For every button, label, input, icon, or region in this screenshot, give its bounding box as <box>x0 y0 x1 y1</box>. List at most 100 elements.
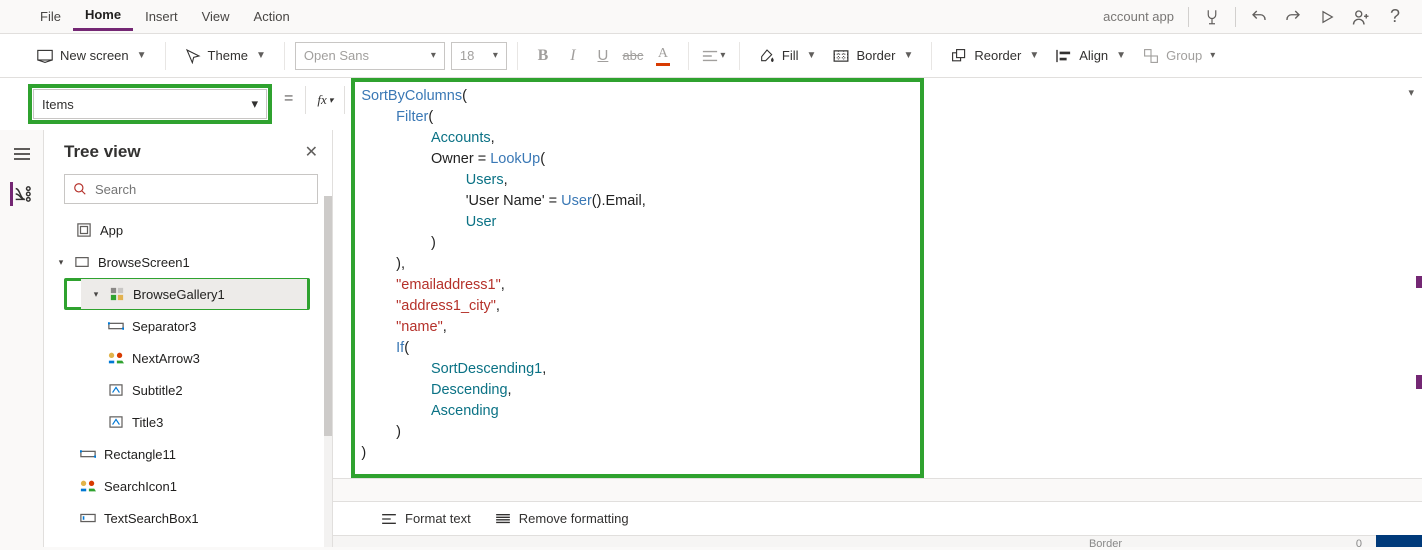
theme-icon <box>184 47 202 65</box>
align-icon <box>1055 47 1073 65</box>
undo-icon[interactable] <box>1242 0 1276 34</box>
theme-button[interactable]: Theme ▼ <box>176 43 274 69</box>
align-button[interactable]: Align ▼ <box>1047 43 1134 69</box>
reorder-button[interactable]: Reorder ▼ <box>942 43 1047 69</box>
equals-label: = <box>272 78 305 108</box>
status-bar: Border 0 <box>333 535 1422 547</box>
tree-node-browsegallery[interactable]: ▾ BrowseGallery1 <box>81 279 307 309</box>
textinput-icon <box>80 510 96 526</box>
theme-label: Theme <box>208 48 248 63</box>
gallery-icon <box>109 286 125 302</box>
chevron-down-icon: ▾ <box>493 50 498 61</box>
remove-formatting-button[interactable]: Remove formatting <box>495 511 629 526</box>
text-align-icon[interactable]: ▾ <box>699 41 729 71</box>
fill-button[interactable]: Fill ▼ <box>750 43 825 69</box>
tree-node-browsescreen[interactable]: ▾ BrowseScreen1 <box>44 246 328 278</box>
menu-home[interactable]: Home <box>73 3 133 31</box>
border-button[interactable]: Border ▼ <box>824 43 921 69</box>
search-icon <box>73 182 87 196</box>
format-text-label: Format text <box>405 511 471 526</box>
tree-label: NextArrow3 <box>132 351 200 366</box>
tree-label: SearchIcon1 <box>104 479 177 494</box>
chevron-down-icon: ▾ <box>329 95 334 106</box>
tree-node-app[interactable]: App <box>44 214 328 246</box>
app-checker-icon[interactable] <box>1195 0 1229 34</box>
caret-down-icon[interactable]: ▾ <box>56 257 66 268</box>
tree-node-title3[interactable]: Title3 <box>44 406 328 438</box>
group-button[interactable]: Group ▾ <box>1134 43 1223 69</box>
border-icon <box>832 47 850 65</box>
menu-action[interactable]: Action <box>242 5 302 28</box>
tree-label: Title3 <box>132 415 163 430</box>
tree-node-rectangle[interactable]: Rectangle11 <box>44 438 328 470</box>
app-icon <box>76 222 92 238</box>
tree-search[interactable] <box>64 174 318 204</box>
tree-node-nextarrow[interactable]: NextArrow3 <box>44 342 328 374</box>
chevron-down-icon: ▼ <box>1029 50 1039 61</box>
chevron-down-icon: ▼ <box>903 50 913 61</box>
formula-text[interactable]: SortByColumns( Filter( Accounts, Owner =… <box>351 78 924 478</box>
redo-icon[interactable] <box>1276 0 1310 34</box>
tree-node-searchicon[interactable]: SearchIcon1 <box>44 470 328 502</box>
menu-insert[interactable]: Insert <box>133 5 190 28</box>
font-select[interactable]: Open Sans ▾ <box>295 42 445 70</box>
chevron-down-icon: ▼ <box>807 50 817 61</box>
label-icon <box>108 382 124 398</box>
status-zero-label: 0 <box>1356 538 1362 550</box>
right-blue-stub <box>1376 535 1422 547</box>
caret-down-icon[interactable]: ▾ <box>91 289 101 300</box>
menu-file[interactable]: File <box>28 5 73 28</box>
strikethrough-icon[interactable]: abc <box>618 41 648 71</box>
chevron-down-icon: ▾ <box>720 50 725 61</box>
new-screen-label: New screen <box>60 48 129 63</box>
play-icon[interactable] <box>1310 0 1344 34</box>
tree-search-input[interactable] <box>95 182 309 197</box>
tree-label: BrowseGallery1 <box>133 287 225 302</box>
group-icon <box>1142 47 1160 65</box>
tree-label: Subtitle2 <box>132 383 183 398</box>
formula-editor[interactable]: ▾ SortByColumns( Filter( Accounts, Owner… <box>345 78 1422 478</box>
format-text-button[interactable]: Format text <box>381 511 471 526</box>
tree-node-subtitle[interactable]: Subtitle2 <box>44 374 328 406</box>
right-accent <box>1416 375 1422 389</box>
property-select-highlight: Items ▾ <box>28 84 272 124</box>
help-icon[interactable]: ? <box>1378 0 1412 34</box>
tree-label: Separator3 <box>132 319 196 334</box>
fill-icon <box>758 47 776 65</box>
align-label: Align <box>1079 48 1108 63</box>
chevron-down-icon: ▼ <box>1116 50 1126 61</box>
left-rail <box>0 130 44 547</box>
bold-icon[interactable]: B <box>528 41 558 71</box>
hamburger-icon[interactable] <box>10 142 34 166</box>
tree-view-rail-icon[interactable] <box>10 182 34 206</box>
font-size-select[interactable]: 18 ▾ <box>451 42 507 70</box>
chevron-down-icon: ▾ <box>431 50 436 61</box>
label-icon <box>108 414 124 430</box>
remove-formatting-label: Remove formatting <box>519 511 629 526</box>
tree-scrollbar-thumb[interactable] <box>324 196 332 436</box>
share-icon[interactable] <box>1344 0 1378 34</box>
underline-icon[interactable]: U <box>588 41 618 71</box>
screen-icon <box>74 254 90 270</box>
font-name: Open Sans <box>304 48 369 63</box>
border-label: Border <box>856 48 895 63</box>
menu-view[interactable]: View <box>190 5 242 28</box>
fx-button[interactable]: fx ▾ <box>305 86 345 114</box>
new-screen-icon <box>36 47 54 65</box>
rectangle-icon <box>80 446 96 462</box>
font-size: 18 <box>460 48 474 63</box>
tree-label: BrowseScreen1 <box>98 255 190 270</box>
tree-node-separator[interactable]: Separator3 <box>44 310 328 342</box>
ribbon: New screen ▼ Theme ▼ Open Sans ▾ 18 ▾ B … <box>0 34 1422 78</box>
close-icon[interactable]: ✕ <box>305 142 318 162</box>
tree-label: TextSearchBox1 <box>104 511 199 526</box>
property-select[interactable]: Items ▾ <box>33 89 267 119</box>
new-screen-button[interactable]: New screen ▼ <box>28 43 155 69</box>
formula-expand-icon[interactable]: ▾ <box>1408 86 1414 99</box>
status-border-label: Border <box>1089 538 1122 550</box>
rectangle-icon <box>108 318 124 334</box>
icon-control-icon <box>80 478 96 494</box>
tree-node-textsearchbox[interactable]: TextSearchBox1 <box>44 502 328 534</box>
font-color-icon[interactable]: A <box>648 41 678 71</box>
italic-icon[interactable]: I <box>558 41 588 71</box>
